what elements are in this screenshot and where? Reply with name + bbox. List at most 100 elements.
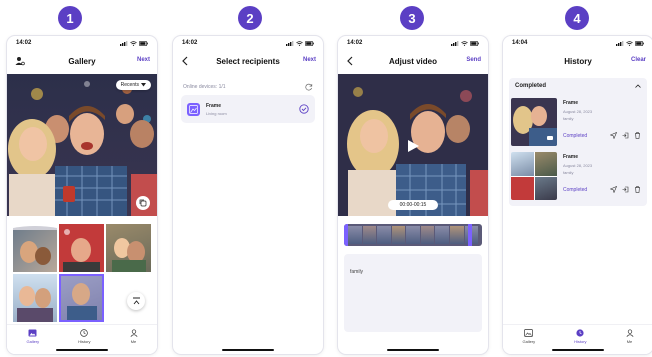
profile-icon bbox=[626, 329, 633, 337]
page-title: Gallery bbox=[68, 56, 96, 66]
wifi-icon bbox=[296, 40, 303, 46]
recents-label: Recents bbox=[120, 82, 139, 88]
tab-me[interactable]: Me bbox=[626, 329, 634, 344]
history-item-status: Completed bbox=[563, 132, 588, 139]
top-nav: Adjust video Send bbox=[338, 53, 488, 69]
check-circle-icon[interactable] bbox=[299, 104, 309, 114]
copy-icon bbox=[139, 199, 147, 207]
trim-handle-left[interactable] bbox=[344, 224, 348, 246]
timecode-text: 00:00-00:15 bbox=[399, 202, 427, 208]
status-time: 14:04 bbox=[512, 40, 528, 46]
history-item-date: August 28, 2023 bbox=[563, 109, 593, 114]
wifi-icon bbox=[461, 40, 468, 46]
trash-icon[interactable] bbox=[634, 132, 641, 139]
history-item-status: Completed bbox=[563, 186, 588, 193]
tab-history-label: History bbox=[78, 339, 91, 344]
history-item-caption: family bbox=[563, 170, 574, 175]
device-location: Living room bbox=[206, 110, 227, 116]
export-icon[interactable] bbox=[622, 186, 629, 193]
thumbnail[interactable] bbox=[106, 224, 151, 272]
history-item-date: August 28, 2023 bbox=[563, 163, 593, 168]
adjust-video-screen: 14:02 Adjust video Send 00:00-00:15 fami… bbox=[338, 36, 488, 354]
status-bar: 14:04 bbox=[503, 36, 652, 50]
thumbnail-selected[interactable] bbox=[59, 274, 104, 322]
tab-me[interactable]: Me bbox=[130, 329, 138, 344]
tab-history[interactable]: History bbox=[78, 329, 91, 344]
signal-icon bbox=[120, 40, 128, 46]
step-badge-4: 4 bbox=[565, 6, 589, 30]
caption-input[interactable]: family bbox=[344, 254, 482, 332]
resend-icon[interactable] bbox=[610, 186, 617, 193]
video-timeline[interactable] bbox=[344, 224, 482, 246]
thumbnail[interactable] bbox=[59, 224, 104, 272]
home-indicator bbox=[222, 349, 274, 351]
battery-icon bbox=[139, 40, 148, 46]
signal-icon bbox=[451, 40, 459, 46]
battery-icon bbox=[635, 40, 644, 46]
history-item-name: Frame bbox=[563, 100, 579, 106]
chevron-down-icon bbox=[141, 83, 146, 87]
top-nav: Select recipients Next bbox=[173, 53, 323, 69]
tab-gallery-label: Gallery bbox=[522, 339, 536, 344]
preview-photo bbox=[7, 74, 157, 216]
refresh-icon[interactable] bbox=[305, 83, 313, 91]
multi-select-button[interactable] bbox=[136, 196, 150, 210]
battery-icon bbox=[305, 40, 314, 46]
timeline-frame bbox=[420, 226, 435, 244]
recents-dropdown[interactable]: Recents bbox=[115, 80, 151, 90]
history-item[interactable]: Frame August 28, 2023 family Completed bbox=[511, 98, 645, 148]
device-card[interactable]: Frame Living room bbox=[181, 95, 315, 123]
signal-icon bbox=[616, 40, 624, 46]
home-indicator bbox=[552, 349, 604, 351]
back-arrow-icon[interactable] bbox=[181, 56, 189, 66]
page-title: Select recipients bbox=[216, 56, 280, 66]
timeline-frame bbox=[377, 226, 391, 244]
timeline-frame bbox=[391, 226, 406, 244]
back-arrow-icon[interactable] bbox=[346, 56, 354, 66]
home-indicator bbox=[387, 349, 439, 351]
send-button[interactable]: Send bbox=[466, 57, 481, 63]
tutorial-steps: 1 2 3 4 14:02 Gallery Next Recents Galle… bbox=[0, 0, 652, 357]
status-bar: 14:02 bbox=[7, 36, 157, 50]
status-time: 14:02 bbox=[182, 40, 198, 46]
timecode-badge: 00:00-00:15 bbox=[388, 200, 438, 210]
trash-icon[interactable] bbox=[634, 186, 641, 193]
history-icon bbox=[576, 329, 584, 337]
section-header[interactable]: Completed bbox=[509, 78, 647, 94]
scroll-to-top-icon bbox=[132, 297, 140, 304]
gallery-icon bbox=[28, 329, 37, 337]
online-devices-row: Online devices: 1/1 bbox=[183, 83, 313, 91]
account-switch-icon[interactable] bbox=[15, 56, 25, 66]
resend-icon[interactable] bbox=[610, 132, 617, 139]
thumbnail[interactable] bbox=[13, 224, 57, 272]
home-indicator bbox=[56, 349, 108, 351]
frame-device-icon bbox=[187, 102, 200, 116]
step-badge-2: 2 bbox=[238, 6, 262, 30]
thumbnail-grid bbox=[7, 218, 157, 326]
timeline-frame bbox=[406, 226, 420, 244]
next-button[interactable]: Next bbox=[137, 57, 150, 63]
select-recipients-screen: 14:02 Select recipients Next Online devi… bbox=[173, 36, 323, 354]
tab-history[interactable]: History bbox=[574, 329, 587, 344]
history-screen: 14:04 History Clear Completed Frame Augu… bbox=[503, 36, 652, 354]
thumbnail[interactable] bbox=[13, 274, 57, 322]
timeline-frame bbox=[348, 226, 362, 244]
online-devices-label: Online devices: 1/1 bbox=[183, 84, 226, 90]
trim-handle-right[interactable] bbox=[468, 224, 472, 246]
wifi-icon bbox=[626, 40, 633, 46]
scroll-top-button[interactable] bbox=[127, 292, 145, 310]
history-item-name: Frame bbox=[563, 154, 579, 160]
step-badge-1: 1 bbox=[58, 6, 82, 30]
export-icon[interactable] bbox=[622, 132, 629, 139]
history-item[interactable]: Frame August 28, 2023 family Completed bbox=[511, 152, 645, 202]
play-icon[interactable] bbox=[406, 139, 420, 153]
section-title: Completed bbox=[515, 83, 547, 89]
clear-button[interactable]: Clear bbox=[631, 57, 646, 63]
tab-gallery[interactable]: Gallery bbox=[26, 329, 39, 344]
tab-me-label: Me bbox=[626, 339, 633, 344]
page-title: History bbox=[564, 56, 592, 66]
tab-gallery[interactable]: Gallery bbox=[522, 329, 535, 344]
page-title: Adjust video bbox=[388, 56, 437, 66]
top-nav: Gallery Next bbox=[7, 53, 157, 69]
next-button[interactable]: Next bbox=[303, 57, 316, 63]
